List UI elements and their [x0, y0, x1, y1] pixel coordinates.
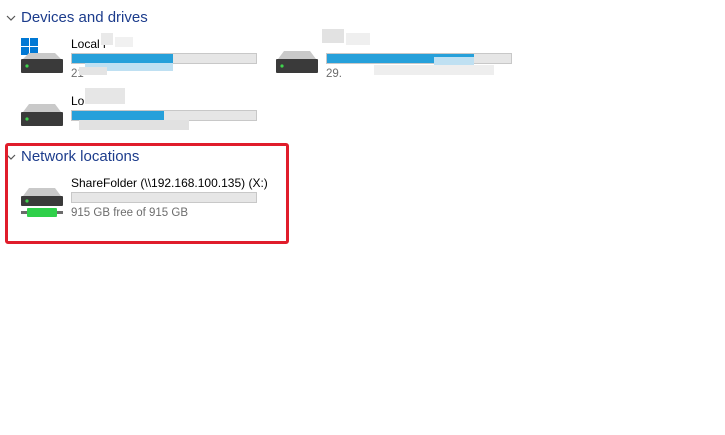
redaction-block: [79, 67, 107, 75]
drive-name: Lo: [71, 94, 85, 108]
drive-item-2[interactable]: 29.: [274, 29, 524, 85]
chevron-down-icon: [6, 13, 16, 23]
highlight-annotation: [5, 143, 289, 244]
redaction-block: [79, 120, 189, 130]
redaction-block: [101, 33, 113, 45]
drive-item-local-c[interactable]: Local l 21: [19, 33, 269, 85]
redaction-block: [434, 57, 474, 65]
devices-drives-header[interactable]: Devices and drives: [6, 9, 148, 26]
drive-free-space: 29.: [326, 68, 342, 80]
redaction-block: [85, 88, 125, 104]
drive-item-3[interactable]: Lo: [19, 88, 269, 142]
drive-usage-fill: [72, 111, 164, 120]
redaction-block: [322, 29, 344, 43]
drive-usage-bar: [326, 53, 512, 64]
hard-drive-icon: [19, 94, 65, 138]
redaction-block: [346, 33, 370, 45]
redaction-block: [115, 37, 133, 47]
devices-drives-title: Devices and drives: [21, 9, 148, 26]
hard-drive-icon: [19, 37, 65, 81]
hard-drive-icon: [274, 37, 320, 81]
redaction-block: [374, 65, 494, 75]
drive-usage-fill: [72, 54, 174, 63]
